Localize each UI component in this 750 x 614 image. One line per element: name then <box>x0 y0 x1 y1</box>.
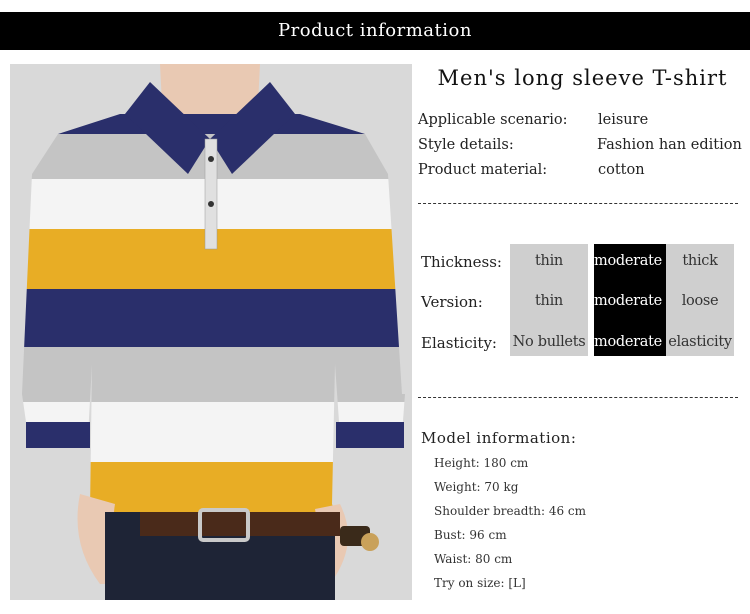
model-height: Height: 180 cm <box>434 456 529 470</box>
model-shoulder: Shoulder breadth: 46 cm <box>434 504 587 518</box>
divider <box>418 203 738 204</box>
model-weight: Weight: 70 kg <box>434 480 519 494</box>
elasticity-option-selected: moderate <box>594 334 662 350</box>
spec-scenario-label: Applicable scenario: <box>418 112 568 128</box>
model-info-title: Model information: <box>421 429 577 447</box>
spec-scenario-value: leisure <box>598 112 649 128</box>
version-option-selected: moderate <box>594 293 662 309</box>
spec-style-value: Fashion han edition <box>597 137 742 153</box>
spec-style-label: Style details: <box>418 137 514 153</box>
spec-material-label: Product material: <box>418 162 548 178</box>
version-label: Version: <box>421 293 483 311</box>
model-waist: Waist: 80 cm <box>434 552 513 566</box>
striped-polo-illustration <box>10 64 412 600</box>
thickness-label: Thickness: <box>421 253 502 271</box>
version-option: thin <box>535 293 563 309</box>
thickness-option-selected: moderate <box>594 253 662 269</box>
model-try-on-size: Try on size: [L] <box>434 576 526 590</box>
elasticity-option: elasticity <box>668 334 732 350</box>
product-photo <box>10 64 412 600</box>
thickness-option: thin <box>535 253 563 269</box>
header-title: Product information <box>278 20 472 41</box>
spec-material-value: cotton <box>598 162 645 178</box>
version-option: loose <box>681 293 719 309</box>
elasticity-label: Elasticity: <box>421 334 497 352</box>
thickness-option: thick <box>682 253 718 269</box>
divider <box>418 397 738 398</box>
product-title: Men's long sleeve T-shirt <box>437 66 728 90</box>
model-bust: Bust: 96 cm <box>434 528 507 542</box>
elasticity-option: No bullets <box>512 334 586 350</box>
